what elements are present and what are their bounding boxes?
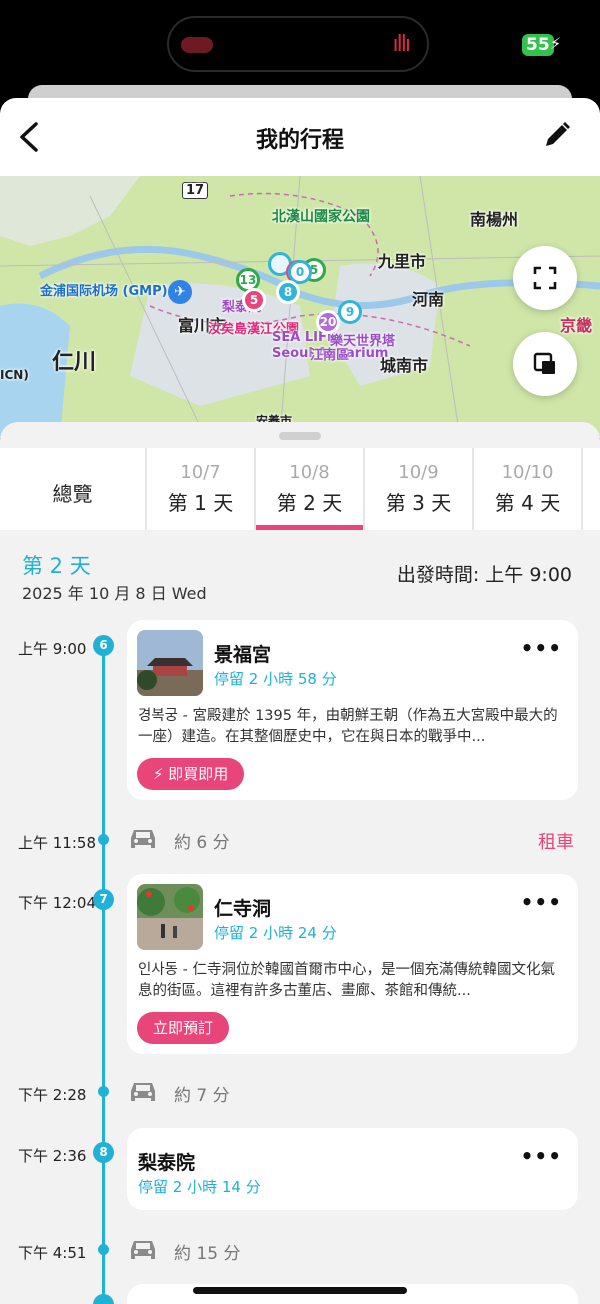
map-label-icn: ICN) (0, 368, 29, 382)
status-bar: ıllı 55 ⚡ (0, 0, 600, 92)
stop-duration: 停留 2 小時 14 分 (138, 1178, 261, 1196)
stop-name: 景福宮 (214, 644, 272, 666)
transit-duration: 約 6 分 (174, 833, 230, 853)
book-now-button[interactable]: 立即預訂 (137, 1012, 230, 1044)
stop-duration: 停留 2 小時 58 分 (214, 670, 337, 688)
stop-time: 下午 12:04 (18, 894, 96, 912)
more-options-icon[interactable]: ••• (521, 636, 562, 660)
transit-duration: 約 7 分 (174, 1086, 230, 1106)
timeline-dot (98, 834, 109, 845)
stop-card[interactable]: 梨泰院 停留 2 小時 14 分 ••• (127, 1128, 578, 1210)
car-icon (131, 1241, 155, 1259)
route-17-marker: 17 (182, 182, 209, 199)
timeline-dot (98, 1244, 109, 1255)
fullscreen-icon (533, 266, 557, 290)
timeline-line (102, 642, 105, 1304)
tab-date: 10/9 (398, 462, 439, 483)
layers-icon (533, 352, 555, 374)
tab-overview[interactable]: 總覽 (0, 448, 145, 530)
stop-name: 仁寺洞 (214, 898, 272, 920)
transit-duration: 約 15 分 (174, 1244, 241, 1264)
map-pin[interactable]: 20 (316, 310, 340, 334)
fullscreen-button[interactable] (513, 246, 577, 310)
stop-description: 경복궁 - 宮殿建於 1395 年，由朝鮮王朝（作為五大宮殿中最大的一座）建造。… (138, 708, 558, 745)
stop-card[interactable]: 景福宮 停留 2 小時 58 分 ••• 경복궁 - 宮殿建於 1395 年，由… (127, 620, 578, 800)
stop-thumbnail (137, 630, 203, 696)
tab-day-5-partial[interactable] (581, 448, 600, 530)
map-label-gimpo-airport: 金浦国际机场 (GMP) (40, 284, 168, 299)
more-options-icon[interactable]: ••• (521, 1144, 562, 1168)
map-label-namyangju: 南楊州 (470, 210, 519, 229)
recording-indicator (181, 37, 213, 53)
car-icon (131, 1083, 155, 1101)
day-date: 2025 年 10 月 8 日 Wed (22, 584, 207, 603)
tab-label: 第 3 天 (385, 491, 452, 515)
tab-date: 10/10 (501, 462, 554, 483)
map-label-park: 北漢山國家公園 (272, 209, 370, 225)
stop-index-badge: 6 (93, 635, 114, 656)
departure-time[interactable]: 出發時間: 上午 9:00 (397, 560, 572, 587)
map-pin[interactable]: 8 (276, 280, 300, 304)
stop-description: 인사동 - 仁寺洞位於韓國首爾市中心，是一個充滿傳統韓國文化氣息的街區。這裡有許… (138, 962, 555, 999)
more-options-icon[interactable]: ••• (521, 890, 562, 914)
header: 我的行程 (0, 98, 600, 176)
transit-time: 下午 4:51 (18, 1244, 87, 1262)
dynamic-island: ıllı (167, 16, 429, 72)
map-label-gyeonggi: 京畿 (560, 316, 593, 335)
map-label-gangnam: 江南區 (310, 348, 350, 363)
stop-duration: 停留 2 小時 24 分 (214, 924, 337, 942)
stop-index-badge: 7 (93, 889, 114, 910)
edit-icon[interactable] (542, 120, 572, 150)
instant-buy-button[interactable]: ⚡ 即買即用 (137, 758, 245, 790)
route-map[interactable]: 17 北漢山國家公園 南楊州 九里市 河南 金浦国际机场 (GMP) ✈ 富川市… (0, 176, 600, 438)
stop-index-badge (93, 1294, 114, 1304)
tab-label: 第 4 天 (494, 491, 561, 515)
transit-time: 上午 11:58 (18, 834, 96, 852)
page-title: 我的行程 (255, 128, 344, 153)
tab-label: 第 2 天 (276, 491, 343, 515)
street-image (137, 884, 203, 950)
drag-handle[interactable] (279, 432, 321, 440)
transit-time: 下午 2:28 (18, 1086, 87, 1104)
stop-card[interactable]: 仁寺洞 停留 2 小時 24 分 ••• 인사동 - 仁寺洞位於韓國首爾市中心，… (127, 874, 578, 1054)
map-label-guri: 九里市 (378, 252, 427, 271)
day-title: 第 2 天 (22, 554, 91, 578)
tab-day-1[interactable]: 10/7 第 1 天 (145, 448, 254, 530)
stop-index-badge: 8 (93, 1142, 114, 1163)
map-label-hanam: 河南 (412, 290, 445, 309)
map-pin[interactable]: 5 (242, 288, 266, 312)
tab-label: 第 1 天 (167, 491, 234, 515)
battery-indicator: 55 (522, 34, 554, 56)
stop-name: 梨泰院 (138, 1152, 196, 1174)
car-icon (131, 830, 155, 848)
tab-day-2[interactable]: 10/8 第 2 天 (254, 448, 363, 530)
audio-wave-icon: ıllı (392, 32, 412, 57)
itinerary-panel: 總覽 10/7 第 1 天 10/8 第 2 天 10/9 第 3 天 10/1… (0, 422, 600, 1304)
map-label-seongnam: 城南市 (380, 356, 429, 375)
charging-icon: ⚡ (550, 34, 562, 53)
day-tabs: 總覽 10/7 第 1 天 10/8 第 2 天 10/9 第 3 天 10/1… (0, 448, 600, 530)
stop-time: 上午 9:00 (18, 640, 87, 658)
home-indicator[interactable] (193, 1287, 407, 1294)
stop-thumbnail (137, 884, 203, 950)
timeline-dot (98, 1086, 109, 1097)
tab-date: 10/8 (289, 462, 330, 483)
map-pin[interactable]: 9 (338, 300, 362, 324)
map-layer-button[interactable] (513, 332, 577, 396)
airport-icon: ✈ (168, 280, 192, 304)
car-rental-link[interactable]: 租車 (538, 828, 574, 854)
tab-label: 總覽 (52, 482, 93, 506)
map-label-incheon: 仁川 (52, 350, 97, 375)
palace-image (137, 630, 203, 696)
tab-date: 10/7 (180, 462, 221, 483)
stop-time: 下午 2:36 (18, 1147, 87, 1165)
tab-day-4[interactable]: 10/10 第 4 天 (472, 448, 581, 530)
tab-day-3[interactable]: 10/9 第 3 天 (363, 448, 472, 530)
